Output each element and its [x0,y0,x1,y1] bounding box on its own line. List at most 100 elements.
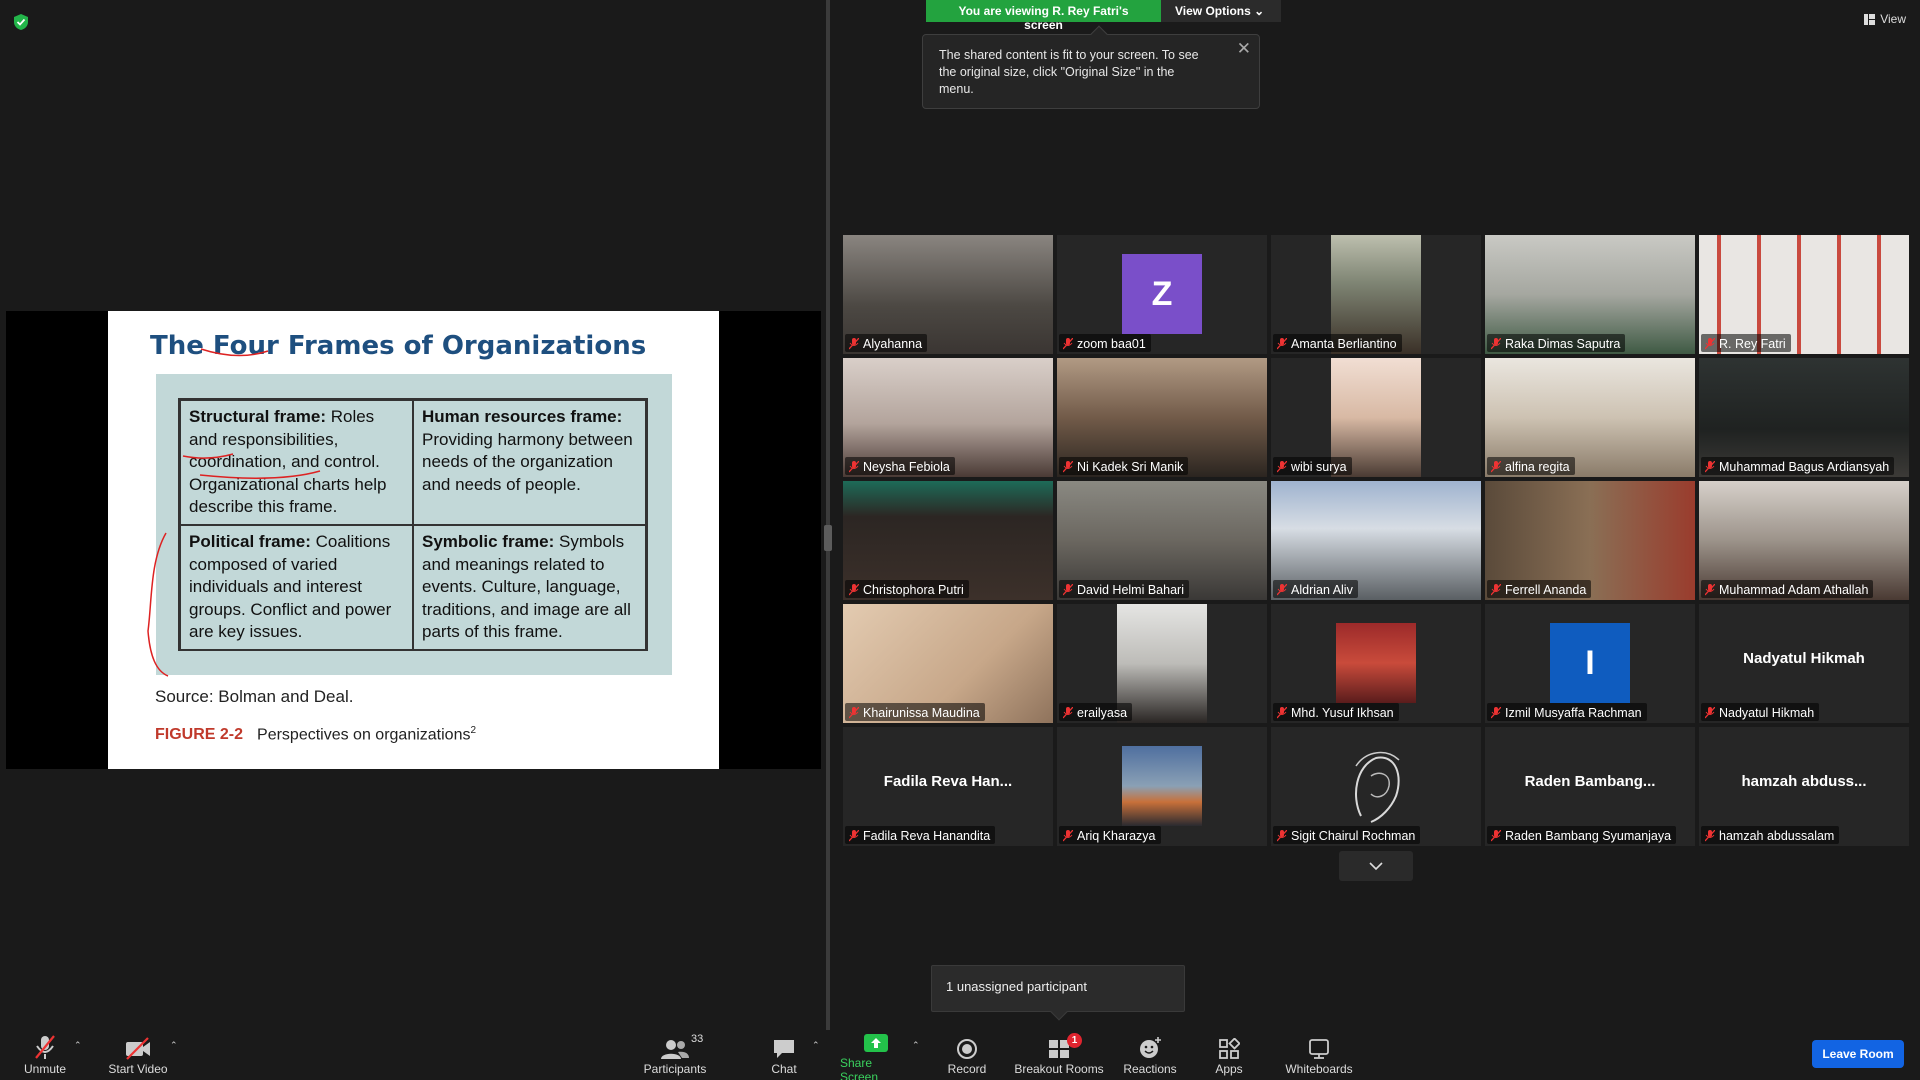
muted-mic-icon [1491,461,1501,473]
breakout-rooms-badge: 1 [1067,1033,1082,1048]
reactions-button[interactable]: Reactions [1122,1032,1178,1078]
participant-tile[interactable]: Neysha Febiola [843,358,1053,477]
participant-tile[interactable]: Christophora Putri [843,481,1053,600]
participant-tile[interactable]: Ni Kadek Sri Manik [1057,358,1267,477]
viewing-status: You are viewing R. Rey Fatri's screen [926,0,1161,32]
participant-tile[interactable]: Alyahanna [843,235,1053,354]
muted-mic-icon [849,707,859,719]
participant-tile[interactable]: alfina regita [1485,358,1695,477]
muted-mic-icon [1277,707,1287,719]
participant-tile[interactable]: Aldrian Aliv [1271,481,1481,600]
muted-mic-icon [1705,461,1715,473]
avatar: I [1550,623,1630,703]
participant-tile[interactable]: Muhammad Adam Athallah [1699,481,1909,600]
whiteboards-button[interactable]: Whiteboards [1284,1032,1354,1078]
muted-mic-icon [1705,707,1715,719]
participant-display-name: Fadila Reva Han... [883,773,1013,790]
participant-tile[interactable]: Raka Dimas Saputra [1485,235,1695,354]
audio-options-caret[interactable]: ⌃ [74,1040,82,1051]
frame-cell: Symbolic frame: Symbols and meanings rel… [413,524,646,650]
muted-mic-icon [1705,584,1715,596]
chevron-down-icon [1369,862,1383,871]
muted-mic-icon [1705,830,1715,842]
muted-mic-icon [1063,338,1073,350]
chat-bubble-icon [774,1040,794,1058]
meeting-toolbar: Unmute ⌃ Start Video ⌃ Participants 33 C… [0,1030,1920,1080]
muted-mic-icon [849,338,859,350]
sketch-avatar-icon [1355,751,1400,823]
participant-tile[interactable]: erailyasa [1057,604,1267,723]
participant-tile[interactable]: Z zoom baa01 [1057,235,1267,354]
participant-tile[interactable]: Raden Bambang... Raden Bambang Syumanjay… [1485,727,1695,846]
participant-tile[interactable]: Muhammad Bagus Ardiansyah [1699,358,1909,477]
gallery-next-page-button[interactable] [1339,851,1413,881]
muted-mic-icon [1491,584,1501,596]
participant-tile-active-speaker[interactable]: R. Rey Fatri [1699,235,1909,354]
presentation-slide: The Four Frames of Organizations Structu… [108,311,719,769]
split-divider[interactable] [826,0,830,1030]
chat-button[interactable]: Chat [766,1032,802,1078]
slide-title: The Four Frames of Organizations [150,331,647,361]
chevron-down-icon: ⌄ [1254,4,1265,18]
participant-tile[interactable]: Ferrell Ananda [1485,481,1695,600]
share-screen-button[interactable]: Share Screen [840,1032,912,1080]
unassigned-participant-notice[interactable]: 1 unassigned participant [931,965,1185,1021]
participant-tile[interactable]: Ariq Kharazya [1057,727,1267,846]
muted-mic-icon [1063,461,1073,473]
security-shield-icon[interactable] [13,13,29,31]
microphone-muted-icon [35,1035,55,1059]
chat-options-caret[interactable]: ⌃ [812,1040,820,1051]
breakout-rooms-button[interactable]: Breakout Rooms [1014,1032,1104,1078]
view-options-button[interactable]: View Options ⌄ [1161,0,1281,22]
share-screen-icon [864,1034,888,1052]
muted-mic-icon [849,584,859,596]
smiley-icon [1140,1037,1161,1058]
muted-mic-icon [1277,584,1287,596]
muted-mic-icon [1063,584,1073,596]
start-video-button[interactable]: Start Video [106,1032,170,1078]
fit-to-screen-tooltip: The shared content is fit to your screen… [922,25,1260,109]
participant-tile[interactable]: hamzah abduss... hamzah abdussalam [1699,727,1909,846]
participant-tile[interactable]: David Helmi Bahari [1057,481,1267,600]
participant-tile[interactable]: Fadila Reva Han... Fadila Reva Hanandita [843,727,1053,846]
participant-tile[interactable]: Khairunissa Maudina [843,604,1053,723]
record-button[interactable]: Record [946,1032,988,1078]
participants-icon [661,1040,689,1059]
muted-mic-icon [1491,707,1501,719]
participant-tile[interactable]: Nadyatul Hikmah Nadyatul Hikmah [1699,604,1909,723]
participant-tile[interactable]: Amanta Berliantino [1271,235,1481,354]
figure-caption: FIGURE 2-2 Perspectives on organizations2 [155,725,477,744]
frame-cell: Structural frame: Roles and responsibili… [180,400,413,525]
participant-display-name: Raden Bambang... [1524,773,1656,790]
view-button[interactable]: View [1864,12,1906,26]
shared-screen: The Four Frames of Organizations Structu… [6,311,821,769]
whiteboard-icon [1309,1039,1329,1059]
muted-mic-icon [849,830,859,842]
participant-display-name: Nadyatul Hikmah [1743,650,1865,667]
muted-mic-icon [1063,830,1073,842]
split-handle[interactable] [824,525,832,551]
record-icon [957,1039,977,1059]
share-options-caret[interactable]: ⌃ [912,1040,920,1051]
frame-cell: Human resources frame: Providing harmony… [413,400,646,525]
avatar [1336,746,1416,826]
muted-mic-icon [1277,461,1287,473]
unmute-button[interactable]: Unmute [20,1032,70,1078]
participant-tile[interactable]: wibi surya [1271,358,1481,477]
participant-tile[interactable]: Sigit Chairul Rochman [1271,727,1481,846]
apps-button[interactable]: Apps [1212,1032,1246,1078]
avatar: Z [1122,254,1202,334]
muted-mic-icon [1277,830,1287,842]
frame-cell: Political frame: Coalitions composed of … [180,524,413,650]
avatar [1122,746,1202,826]
participant-tile[interactable]: Mhd. Yusuf Ikhsan [1271,604,1481,723]
participant-tile[interactable]: I Izmil Musyaffa Rachman [1485,604,1695,723]
muted-mic-icon [849,461,859,473]
video-options-caret[interactable]: ⌃ [170,1040,178,1051]
leave-room-button[interactable]: Leave Room [1812,1040,1904,1068]
viewing-banner: You are viewing R. Rey Fatri's screen Vi… [926,0,1281,32]
frames-figure: Structural frame: Roles and responsibili… [156,374,672,675]
close-icon[interactable]: ✕ [1237,40,1251,57]
slide-source: Source: Bolman and Deal. [155,687,354,706]
participants-count: 33 [691,1033,704,1045]
